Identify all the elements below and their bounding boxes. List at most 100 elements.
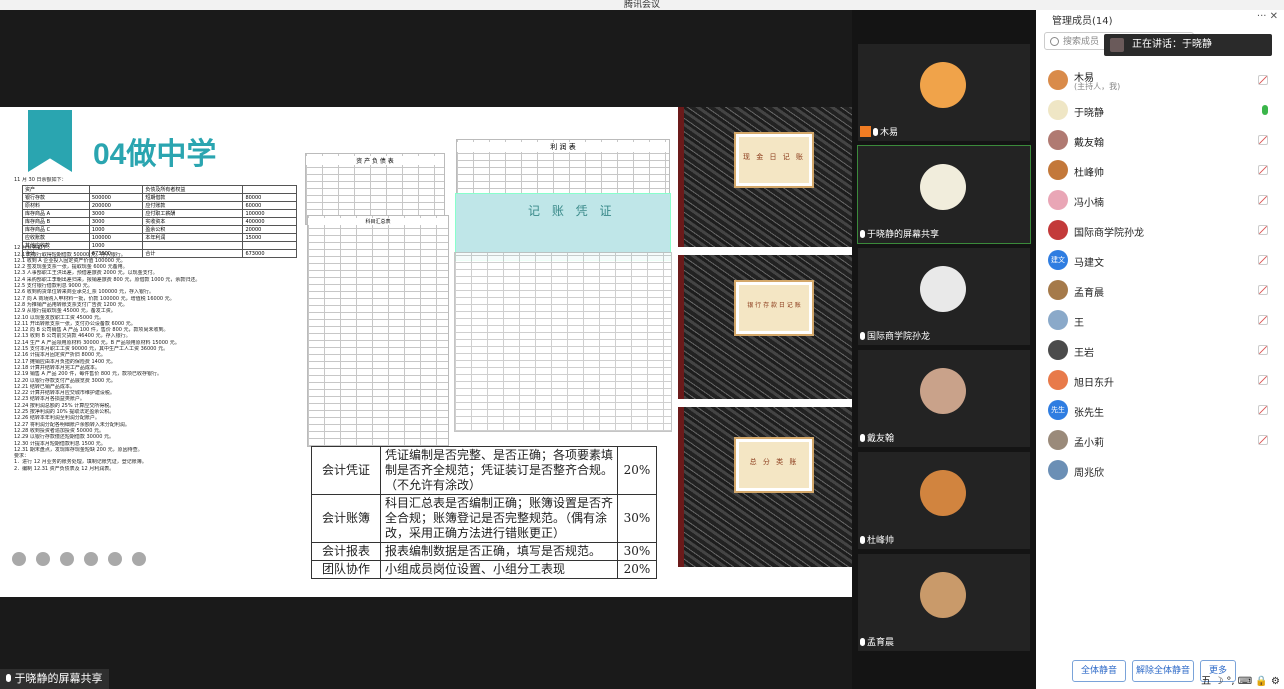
avatar — [1048, 220, 1068, 240]
window-title: 腾讯会议 — [623, 0, 660, 10]
mic-active-icon[interactable] — [1262, 105, 1268, 115]
video-tile[interactable]: 杜峰帅 — [858, 452, 1030, 549]
avatar: 建文 — [1048, 250, 1068, 270]
table-row: 库存商品 C 1000 盈余公积 20000 — [22, 225, 297, 234]
mic-icon — [860, 331, 865, 340]
bank-journal-book: 银 行 存 款 日 记 账 — [678, 255, 852, 399]
avatar — [920, 470, 966, 516]
list-item[interactable]: 木易 (主持人，我) — [1036, 66, 1284, 96]
list-item[interactable]: 戴友翰 — [1036, 126, 1284, 156]
mic-muted-icon[interactable] — [1258, 165, 1268, 175]
list-item[interactable]: 杜峰帅 — [1036, 156, 1284, 186]
book-label: 银 行 存 款 日 记 账 — [747, 302, 801, 309]
avatar — [1048, 370, 1068, 390]
avatar — [1048, 100, 1068, 120]
list-item[interactable]: 旭日东升 — [1036, 366, 1284, 396]
ledger-summary-form: 科目汇总表 — [307, 215, 449, 447]
income-statement-title: 利 润 表 — [457, 142, 669, 152]
video-tile[interactable]: 孟育晨 — [858, 554, 1030, 651]
prev-icon[interactable] — [12, 552, 26, 566]
list-item[interactable]: 冯小楠 — [1036, 186, 1284, 216]
search-icon — [1050, 37, 1059, 46]
general-ledger-book: 总 分 类 账 — [678, 407, 852, 567]
bookmark-icon — [28, 110, 72, 172]
list-item[interactable]: 周兆欣 — [1036, 456, 1284, 486]
slide-title: 04做中学 — [93, 138, 217, 171]
mic-muted-icon[interactable] — [1258, 225, 1268, 235]
video-strip: 木易 于晓静的屏幕共享 国际商学院孙龙 戴友翰 杜峰帅 孟育晨 — [852, 10, 1036, 689]
mute-all-button[interactable]: 全体静音 — [1072, 660, 1126, 682]
book-label: 现 金 日 记 账 — [743, 153, 805, 161]
table-row: 会计报表 报表编制数据是否正确，填写是否规范。 30% — [311, 542, 657, 561]
table-row: 会计账簿 科目汇总表是否编制正确；账簿设置是否齐全合规；账簿登记是否完整规范。（偶… — [311, 494, 657, 543]
list-item[interactable]: 王 — [1036, 306, 1284, 336]
unmute-all-button[interactable]: 解除全体静音 — [1132, 660, 1194, 682]
list-item[interactable]: 建文 马建文 — [1036, 246, 1284, 276]
book-label: 总 分 类 账 — [749, 458, 799, 466]
list-item[interactable]: 国际商学院孙龙 — [1036, 216, 1284, 246]
members-panel: 管理成员(14) ··· ✕ 搜索成员 正在讲话：于晓静 木易 (主持人，我) … — [1036, 10, 1284, 689]
accounting-voucher: 记 账 凭 证 — [455, 193, 671, 261]
ledger-page — [454, 252, 672, 432]
panel-title: 管理成员(14) — [1052, 16, 1113, 27]
avatar — [1048, 70, 1068, 90]
shared-screen-stage: 04做中学 11 月 30 日余额如下： 12 月业务如下： 12.1 向银行取… — [0, 10, 852, 689]
mic-icon — [873, 127, 878, 136]
mic-muted-icon[interactable] — [1258, 135, 1268, 145]
avatar — [1048, 130, 1068, 150]
avatar — [1110, 38, 1124, 52]
avatar — [1048, 460, 1068, 480]
zoom-icon[interactable] — [84, 552, 98, 566]
subtitle-icon[interactable] — [108, 552, 122, 566]
avatar — [920, 266, 966, 312]
grading-criteria-table: 会计凭证 凭证编制是否完整、是否正确；各项要素填制是否齐全规范；凭证装订是否整齐合… — [311, 446, 657, 579]
more-icon[interactable] — [132, 552, 146, 566]
income-statement-form: 利 润 表 — [456, 139, 670, 197]
avatar — [1048, 190, 1068, 210]
mic-muted-icon[interactable] — [1258, 405, 1268, 415]
slide-toolbar — [12, 552, 146, 566]
cash-journal-book: 现 金 日 记 账 — [678, 107, 852, 247]
mic-muted-icon[interactable] — [1258, 435, 1268, 445]
list-item[interactable]: 先生 张先生 — [1036, 396, 1284, 426]
table-row: 库存商品 B 3000 实收资本 400000 — [22, 217, 297, 226]
avatar — [920, 368, 966, 414]
voucher-title: 记 账 凭 证 — [528, 204, 616, 218]
speaking-indicator: 正在讲话：于晓静 — [1104, 34, 1272, 56]
mic-muted-icon[interactable] — [1258, 345, 1268, 355]
mic-muted-icon[interactable] — [1258, 75, 1268, 85]
avatar — [1048, 430, 1068, 450]
list-item[interactable]: 孟育晨 — [1036, 276, 1284, 306]
avatar — [1048, 340, 1068, 360]
list-item[interactable]: 王岩 — [1036, 336, 1284, 366]
table-row: 原材料 200000 应付账款 60000 — [22, 201, 297, 210]
table-row: 库存商品 A 3000 应付职工薪酬 100000 — [22, 209, 297, 218]
mic-icon — [860, 637, 865, 646]
avatar — [1048, 310, 1068, 330]
mic-icon — [860, 229, 865, 238]
video-tile[interactable]: 于晓静的屏幕共享 — [857, 145, 1031, 244]
video-tile[interactable]: 国际商学院孙龙 — [858, 248, 1030, 345]
table-row: 应收账款 100000 本年利润 15000 — [22, 233, 297, 242]
next-icon[interactable] — [36, 552, 50, 566]
mic-muted-icon[interactable] — [1258, 315, 1268, 325]
mic-icon — [860, 535, 865, 544]
balance-sheet-title: 资 产 负 债 表 — [306, 156, 444, 165]
avatar — [920, 164, 966, 210]
avatar: 先生 — [1048, 400, 1068, 420]
panel-controls[interactable]: ··· ✕ — [1257, 11, 1278, 22]
mic-muted-icon[interactable] — [1258, 375, 1268, 385]
mic-muted-icon[interactable] — [1258, 255, 1268, 265]
ledger-summary-title: 科目汇总表 — [308, 218, 448, 225]
doc-line: 2．编制 12.31 资产负债表及 12 月利润表。 — [14, 465, 115, 472]
list-item[interactable]: 于晓静 — [1036, 96, 1284, 126]
presentation-slide: 04做中学 11 月 30 日余额如下： 12 月业务如下： 12.1 向银行取… — [0, 107, 852, 597]
video-tile[interactable]: 戴友翰 — [858, 350, 1030, 447]
mic-muted-icon[interactable] — [1258, 285, 1268, 295]
list-item[interactable]: 孟小莉 — [1036, 426, 1284, 456]
table-row: 会计凭证 凭证编制是否完整、是否正确；各项要素填制是否齐全规范；凭证装订是否整齐合… — [311, 446, 657, 495]
mic-muted-icon[interactable] — [1258, 195, 1268, 205]
video-tile[interactable]: 木易 — [858, 44, 1030, 141]
panel-header: 管理成员(14) ··· ✕ — [1036, 10, 1284, 28]
pen-icon[interactable] — [60, 552, 74, 566]
